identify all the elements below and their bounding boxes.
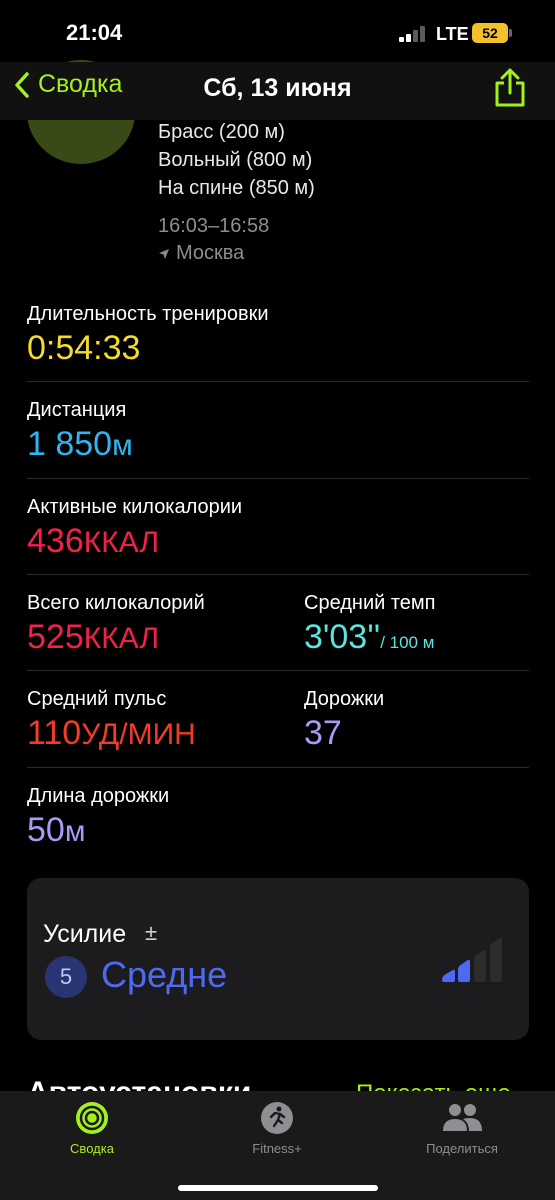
tab-label: Fitness+: [252, 1141, 302, 1156]
effort-card[interactable]: Усилие ± 5 Средне: [27, 878, 529, 1040]
metric-duration: Длительность тренировки 0:54:33: [27, 303, 269, 368]
workout-summary: Брасс (200 м) Вольный (800 м) На спине (…: [158, 118, 315, 265]
metric-value: 37: [304, 714, 342, 752]
divider: [27, 574, 529, 575]
metric-label: Средний темп: [304, 592, 436, 614]
tab-bar: Сводка Fitness+ Поделиться: [0, 1091, 555, 1200]
metric-avg-hr: Средний пульс 110УД/МИН: [27, 688, 196, 753]
metric-label: Длина дорожки: [27, 785, 170, 807]
metric-label: Длительность тренировки: [27, 303, 269, 325]
metric-avg-pace: Средний темп 3'03''/ 100 м: [304, 592, 436, 657]
effort-level: Средне: [101, 954, 228, 995]
metric-value: 436ККАЛ: [27, 522, 160, 560]
stroke-backstroke: На спине (850 м): [158, 177, 315, 199]
workout-time-range: 16:03–16:58: [158, 215, 270, 237]
tab-share[interactable]: Поделиться: [387, 1101, 537, 1156]
status-bar: 21:04 LTE 52: [0, 0, 555, 62]
metric-label: Средний пульс: [27, 688, 167, 710]
effort-number-badge: 5: [45, 956, 87, 998]
metric-value: 50м: [27, 811, 86, 849]
nav-bar: Сводка Сб, 13 июня: [0, 62, 555, 120]
tab-label: Поделиться: [426, 1141, 498, 1156]
stroke-breaststroke: Брасс (200 м): [158, 121, 285, 143]
metric-value: 110УД/МИН: [27, 714, 196, 752]
tab-label: Сводка: [70, 1141, 114, 1156]
metric-pool-length: Длина дорожки 50м: [27, 785, 169, 850]
status-time: 21:04: [66, 20, 123, 45]
metric-value: 525ККАЛ: [27, 618, 160, 656]
metric-value: 0:54:33: [27, 329, 141, 367]
metric-laps: Дорожки 37: [304, 688, 384, 753]
workout-location: Москва: [158, 242, 315, 265]
battery-cap: [509, 29, 512, 37]
metric-total-kcal: Всего килокалорий 525ККАЛ: [27, 592, 205, 657]
people-icon: [443, 1104, 482, 1131]
stroke-freestyle: Вольный (800 м): [158, 149, 313, 171]
metric-value: 1 850м: [27, 425, 133, 463]
metric-distance: Дистанция 1 850м: [27, 399, 133, 464]
share-button[interactable]: [493, 68, 527, 113]
metric-label: Активные килокалории: [27, 496, 243, 518]
location-label: Москва: [176, 242, 245, 264]
location-arrow-icon: [159, 248, 169, 259]
page-title: Сб, 13 июня: [203, 74, 352, 102]
effort-bars-icon: [442, 937, 502, 982]
home-indicator: [178, 1185, 378, 1191]
divider: [27, 478, 529, 479]
divider: [27, 381, 529, 382]
metric-label: Дорожки: [304, 688, 385, 710]
runner-icon: [261, 1102, 293, 1134]
tab-summary[interactable]: Сводка: [17, 1101, 167, 1156]
divider: [27, 670, 529, 671]
plus-minus-icon: ±: [145, 920, 158, 945]
metric-label: Дистанция: [27, 399, 127, 421]
activity-rings-icon: [76, 1102, 108, 1134]
network-label: LTE: [436, 24, 469, 44]
metric-value: 3'03''/ 100 м: [304, 618, 435, 656]
share-icon: [495, 68, 525, 107]
signal-icon: [399, 26, 429, 42]
metric-active-kcal: Активные килокалории 436ККАЛ: [27, 496, 242, 561]
effort-label: Усилие: [43, 920, 127, 948]
divider: [27, 767, 529, 768]
tab-fitness-plus[interactable]: Fitness+: [202, 1101, 352, 1156]
battery-icon: 52: [472, 23, 508, 43]
metric-label: Всего килокалорий: [27, 592, 205, 614]
